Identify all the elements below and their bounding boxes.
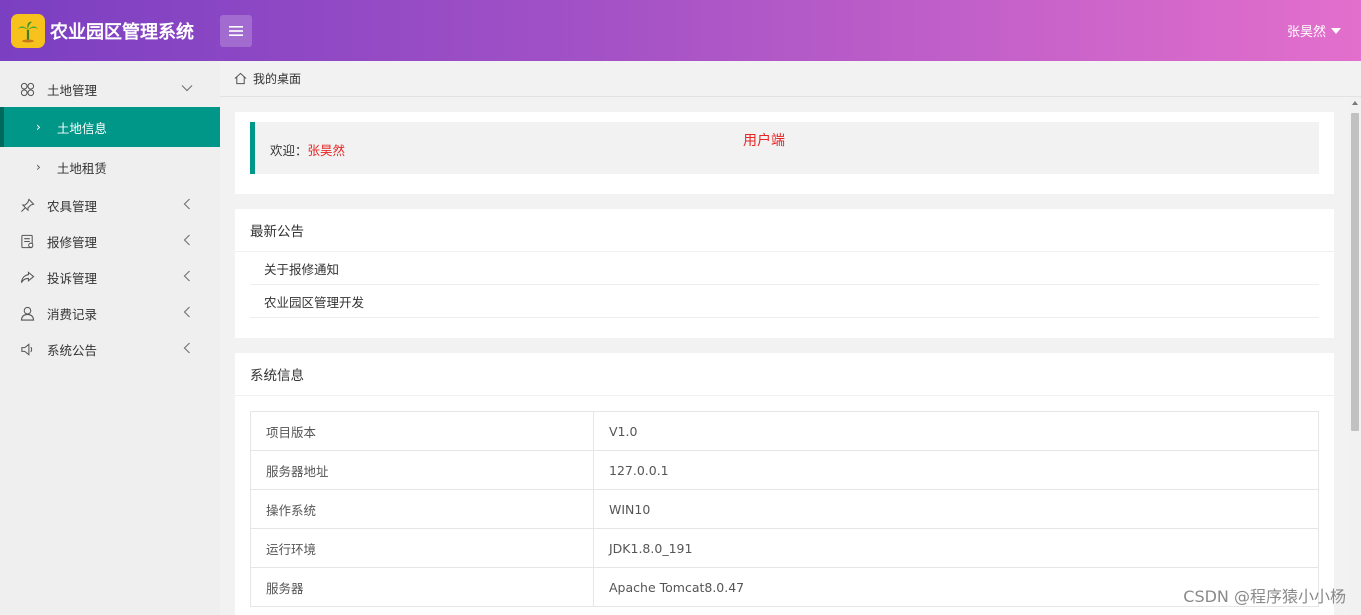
form-icon — [19, 233, 35, 249]
caret-down-icon — [1331, 27, 1341, 34]
sidebar-item-land-management[interactable]: 土地管理 — [0, 71, 220, 107]
welcome-text: 欢迎：张昊然 — [270, 140, 345, 159]
table-row: 运行环境 JDK1.8.0_191 — [250, 528, 1319, 568]
notice-item[interactable]: 关于报修通知 — [250, 252, 1319, 285]
sidebar-item-tool-management[interactable]: 农具管理 — [0, 187, 220, 223]
chevron-left-icon — [181, 306, 193, 321]
sidebar-subitem-land-info[interactable]: › 土地信息 — [0, 107, 220, 147]
sidebar-item-repair-management[interactable]: 报修管理 — [0, 223, 220, 259]
sidebar-subitem-label: 土地信息 — [56, 120, 107, 136]
chevron-left-icon — [181, 342, 193, 357]
user-name: 张昊然 — [1286, 25, 1326, 40]
watermark: CSDN @程序猿小小杨 — [1183, 587, 1346, 606]
table-row: 操作系统 WIN10 — [250, 489, 1319, 529]
home-icon[interactable] — [234, 72, 247, 85]
breadcrumb-label[interactable]: 我的桌面 — [253, 70, 301, 87]
scroll-up-arrow-icon[interactable] — [1352, 101, 1358, 105]
user-icon — [19, 305, 35, 321]
palm-tree-icon — [11, 13, 45, 48]
scrollbar-thumb[interactable] — [1351, 113, 1359, 431]
info-value: 127.0.0.1 — [593, 450, 1319, 490]
info-value: V1.0 — [593, 411, 1319, 451]
info-key: 项目版本 — [250, 411, 594, 451]
chevron-left-icon — [181, 270, 193, 285]
share-icon — [19, 269, 35, 285]
chevron-left-icon — [181, 198, 193, 213]
sidebar: 土地管理 › 土地信息 › 土地租赁 农具管理 报修管理 投诉管理 消费记录 系… — [0, 61, 220, 615]
pin-icon — [19, 197, 35, 213]
vertical-scrollbar[interactable] — [1349, 97, 1361, 615]
table-row: 项目版本 V1.0 — [250, 411, 1319, 451]
sidebar-item-label: 消费记录 — [47, 306, 98, 322]
sidebar-item-system-notice[interactable]: 系统公告 — [0, 331, 220, 367]
info-key: 运行环境 — [250, 528, 594, 568]
notice-card-title: 最新公告 — [235, 209, 1334, 252]
sidebar-item-label: 系统公告 — [47, 342, 98, 358]
clover-icon — [19, 81, 35, 97]
table-row: 服务器 Apache Tomcat8.0.47 — [250, 567, 1319, 607]
client-tag: 用户端 — [743, 133, 785, 149]
user-menu[interactable]: 张昊然 — [1287, 21, 1341, 40]
sidebar-item-label: 农具管理 — [47, 198, 98, 214]
sidebar-item-label: 报修管理 — [47, 234, 98, 250]
sidebar-item-consumption-records[interactable]: 消费记录 — [0, 295, 220, 331]
info-key: 操作系统 — [250, 489, 594, 529]
welcome-box: 欢迎：张昊然 用户端 — [250, 122, 1319, 174]
system-info-table: 项目版本 V1.0 服务器地址 127.0.0.1 操作系统 WIN10 运行环… — [250, 411, 1319, 607]
info-value: JDK1.8.0_191 — [593, 528, 1319, 568]
sidebar-item-complaint-management[interactable]: 投诉管理 — [0, 259, 220, 295]
sidebar-subitem-label: 土地租赁 — [56, 160, 107, 176]
system-info-title: 系统信息 — [235, 353, 1334, 396]
chevron-left-icon — [181, 234, 193, 249]
chevron-down-icon — [181, 82, 193, 97]
info-value: WIN10 — [593, 489, 1319, 529]
welcome-user-name: 张昊然 — [307, 143, 346, 158]
welcome-card: 欢迎：张昊然 用户端 — [235, 112, 1334, 194]
speaker-icon — [19, 341, 35, 357]
sidebar-item-label: 土地管理 — [47, 82, 98, 98]
chevron-right-icon: › — [36, 120, 41, 134]
hamburger-icon[interactable] — [220, 15, 252, 47]
notice-list: 关于报修通知 农业园区管理开发 — [235, 252, 1334, 318]
sidebar-item-label: 投诉管理 — [47, 270, 98, 286]
notice-card: 最新公告 关于报修通知 农业园区管理开发 — [235, 209, 1334, 338]
welcome-prefix: 欢迎： — [270, 143, 308, 158]
breadcrumb: 我的桌面 — [220, 61, 1361, 97]
sidebar-subitem-land-lease[interactable]: › 土地租赁 — [0, 147, 220, 187]
system-info-card: 系统信息 项目版本 V1.0 服务器地址 127.0.0.1 操作系统 WIN1… — [235, 353, 1334, 615]
info-key: 服务器 — [250, 567, 594, 607]
info-key: 服务器地址 — [250, 450, 594, 490]
top-header: 农业园区管理系统 张昊然 — [0, 0, 1361, 61]
notice-item[interactable]: 农业园区管理开发 — [250, 285, 1319, 318]
table-row: 服务器地址 127.0.0.1 — [250, 450, 1319, 490]
app-title: 农业园区管理系统 — [50, 21, 194, 43]
chevron-right-icon: › — [36, 160, 41, 174]
